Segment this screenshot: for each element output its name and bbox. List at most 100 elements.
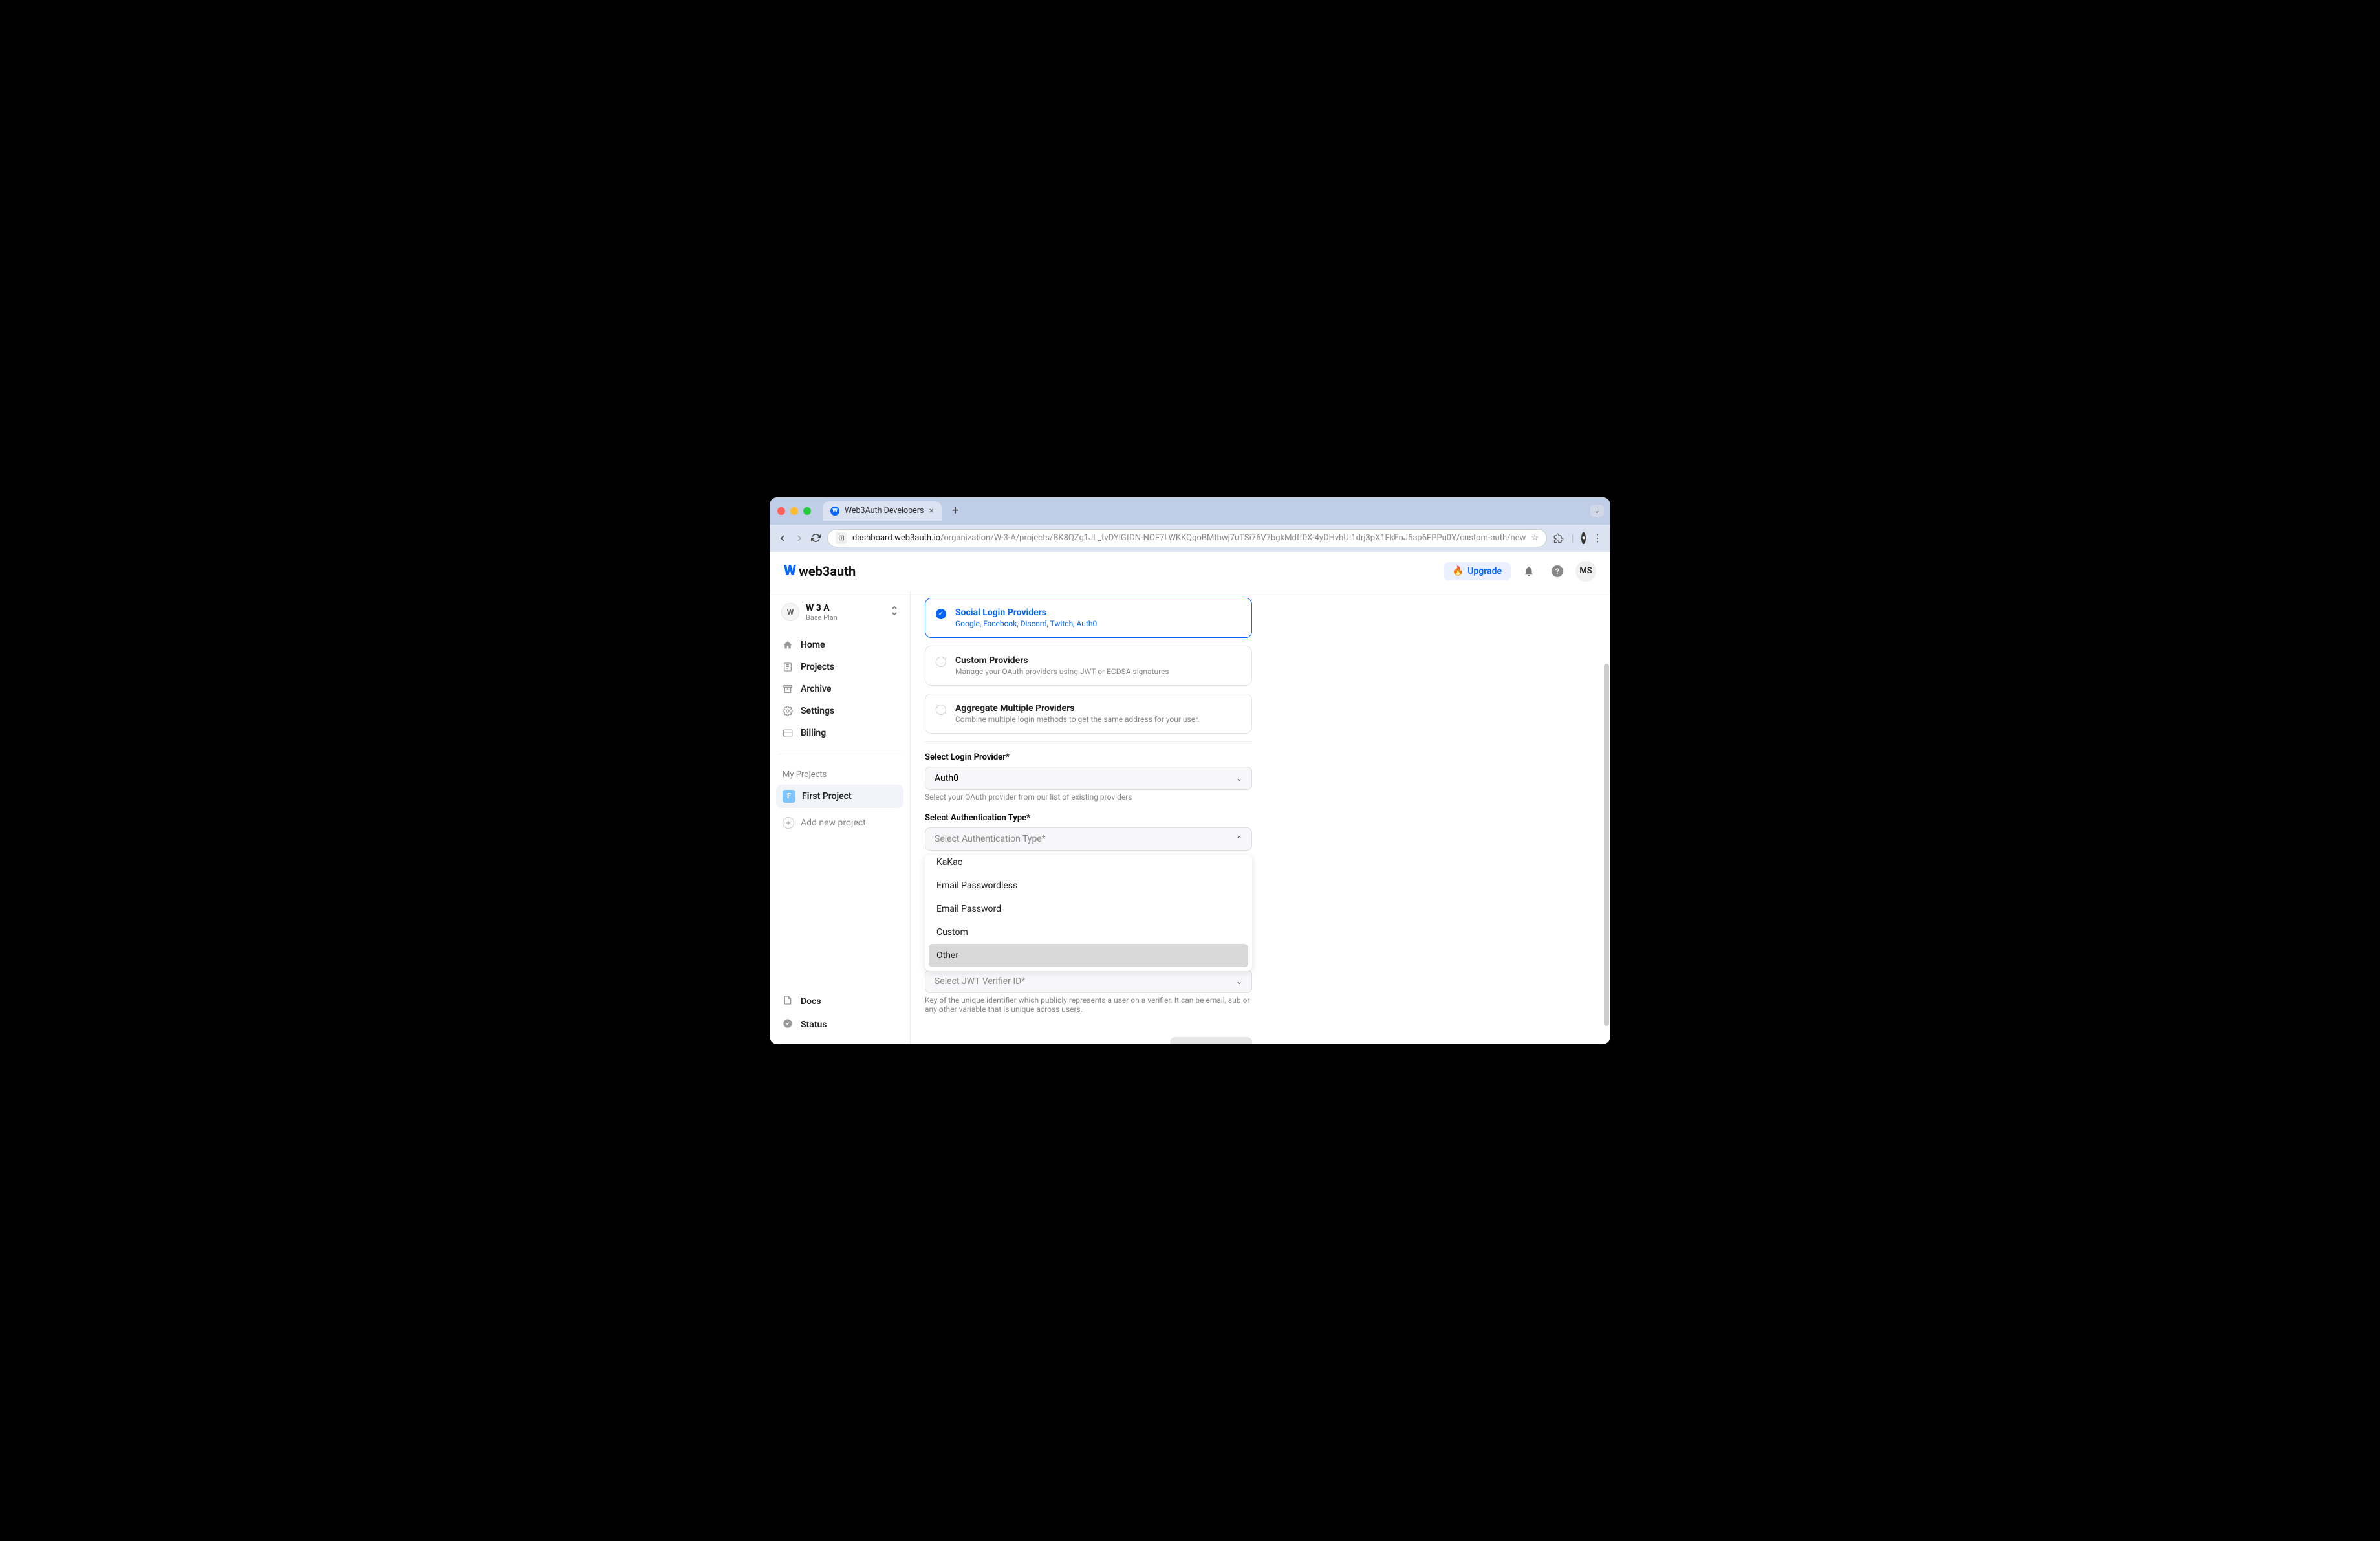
dropdown-item[interactable]: Other [929, 944, 1248, 967]
footer-docs-label: Docs [801, 996, 821, 1007]
home-icon [783, 640, 793, 650]
close-tab-icon[interactable]: × [929, 506, 934, 516]
radio-icon [936, 657, 946, 667]
submit-row: Create Verifier [925, 1037, 1252, 1044]
scrollbar-thumb[interactable] [1604, 664, 1609, 1026]
flame-icon: 🔥 [1453, 566, 1464, 576]
project-name: First Project [802, 791, 852, 802]
option-body: Social Login Providers Google, Facebook,… [955, 607, 1097, 628]
browser-chrome: W Web3Auth Developers × + ⌄ ⊞ dashboard.… [770, 497, 1610, 552]
window-close-button[interactable] [777, 507, 785, 515]
logo-text: web3auth [799, 563, 856, 579]
docs-icon [783, 995, 793, 1008]
app-header: W web3auth 🔥 Upgrade ? MS [770, 552, 1610, 591]
traffic-lights [777, 507, 811, 515]
divider [925, 741, 1252, 742]
provider-value: Auth0 [935, 773, 958, 783]
provider-select[interactable]: Auth0 ⌄ [925, 767, 1252, 790]
dropdown-item[interactable]: Email Password [929, 897, 1248, 921]
org-avatar: W [781, 603, 799, 621]
project-badge: F [783, 790, 795, 803]
logo-icon: W [784, 563, 796, 579]
option-social-login[interactable]: Social Login Providers Google, Facebook,… [925, 598, 1252, 638]
dropdown-item[interactable]: Custom [929, 921, 1248, 944]
help-icon: ? [1552, 565, 1563, 577]
url-bar[interactable]: ⊞ dashboard.web3auth.io/organization/W-3… [827, 529, 1547, 547]
window-minimize-button[interactable] [790, 507, 798, 515]
option-sub: Google, Facebook, Discord, Twitch, Auth0 [955, 619, 1097, 628]
app-body: W W 3 A Base Plan Home Projects [770, 591, 1610, 1044]
site-info-icon[interactable]: ⊞ [836, 532, 847, 544]
user-avatar[interactable]: MS [1575, 561, 1596, 582]
footer-docs[interactable]: Docs [776, 990, 903, 1013]
billing-icon [783, 728, 793, 738]
chevron-down-icon: ⌄ [1236, 774, 1242, 783]
browser-menu-icon[interactable]: ⋮ [1592, 532, 1603, 545]
option-aggregate[interactable]: Aggregate Multiple Providers Combine mul… [925, 694, 1252, 734]
nav-home[interactable]: Home [776, 635, 903, 655]
browser-profile-icon[interactable]: ● [1581, 532, 1586, 544]
nav-settings-label: Settings [801, 706, 834, 716]
create-verifier-button[interactable]: Create Verifier [1170, 1037, 1252, 1044]
nav-archive[interactable]: Archive [776, 679, 903, 699]
dropdown-item[interactable]: KaKao [929, 858, 1248, 874]
back-button[interactable] [777, 532, 788, 545]
org-switcher[interactable]: W W 3 A Base Plan [776, 599, 903, 626]
option-custom-providers[interactable]: Custom Providers Manage your OAuth provi… [925, 646, 1252, 686]
option-title: Aggregate Multiple Providers [955, 703, 1200, 714]
url-text: dashboard.web3auth.io/organization/W-3-A… [852, 533, 1526, 543]
radio-icon [936, 609, 946, 619]
dropdown-item[interactable]: Email Passwordless [929, 874, 1248, 897]
nav-home-label: Home [801, 640, 825, 650]
authtype-label: Select Authentication Type* [925, 813, 1252, 823]
new-tab-button[interactable]: + [952, 504, 958, 518]
nav-settings[interactable]: Settings [776, 701, 903, 721]
help-button[interactable]: ? [1547, 561, 1568, 582]
archive-icon [783, 684, 793, 694]
app-logo[interactable]: W web3auth [784, 563, 856, 579]
verifier-placeholder: Select JWT Verifier ID* [935, 976, 1025, 987]
titlebar: W Web3Auth Developers × + ⌄ [770, 497, 1610, 525]
forward-button[interactable] [794, 532, 805, 545]
authtype-select[interactable]: Select Authentication Type* ⌃ KaKaoEmail… [925, 827, 1252, 851]
option-body: Aggregate Multiple Providers Combine mul… [955, 703, 1200, 724]
window-maximize-button[interactable] [803, 507, 811, 515]
form-column: Social Login Providers Google, Facebook,… [925, 598, 1252, 1044]
sidebar-footer: Docs Status [776, 977, 903, 1036]
verifier-helper: Key of the unique identifier which publi… [925, 996, 1252, 1014]
header-actions: 🔥 Upgrade ? MS [1444, 561, 1596, 582]
nav-projects-label: Projects [801, 662, 834, 672]
my-projects-label: My Projects [776, 770, 903, 785]
footer-status[interactable]: Status [776, 1013, 903, 1036]
main-content: Social Login Providers Google, Facebook,… [911, 591, 1610, 1044]
nav-projects[interactable]: Projects [776, 657, 903, 677]
reload-button[interactable] [811, 532, 821, 545]
option-sub: Manage your OAuth providers using JWT or… [955, 667, 1169, 676]
browser-tab[interactable]: W Web3Auth Developers × [823, 501, 942, 521]
org-info: W 3 A Base Plan [806, 603, 884, 622]
verifier-select[interactable]: Select JWT Verifier ID* ⌄ [925, 970, 1252, 993]
add-project-button[interactable]: + Add new project [776, 812, 903, 834]
option-title: Social Login Providers [955, 607, 1097, 618]
chevron-down-icon: ⌄ [1236, 977, 1242, 986]
settings-icon [783, 706, 793, 716]
plus-icon: + [783, 817, 794, 829]
tabs-overflow-icon[interactable]: ⌄ [1590, 505, 1604, 517]
bookmark-icon[interactable]: ☆ [1531, 533, 1539, 543]
radio-icon [936, 705, 946, 715]
chevron-updown-icon [891, 606, 898, 618]
org-name: W 3 A [806, 603, 884, 613]
provider-label: Select Login Provider* [925, 752, 1252, 762]
notifications-icon[interactable] [1519, 561, 1539, 582]
nav-billing[interactable]: Billing [776, 723, 903, 743]
browser-toolbar: ⊞ dashboard.web3auth.io/organization/W-3… [770, 525, 1610, 552]
page-scrollbar[interactable] [1604, 591, 1609, 1044]
authtype-dropdown: KaKaoEmail PasswordlessEmail PasswordCus… [925, 855, 1252, 971]
projects-icon [783, 662, 793, 672]
footer-status-label: Status [801, 1020, 827, 1030]
add-project-label: Add new project [801, 818, 866, 828]
extensions-icon[interactable] [1553, 532, 1564, 545]
sidebar-project-active[interactable]: F First Project [776, 785, 903, 808]
tab-favicon-icon: W [830, 507, 839, 516]
upgrade-button[interactable]: 🔥 Upgrade [1444, 562, 1511, 580]
